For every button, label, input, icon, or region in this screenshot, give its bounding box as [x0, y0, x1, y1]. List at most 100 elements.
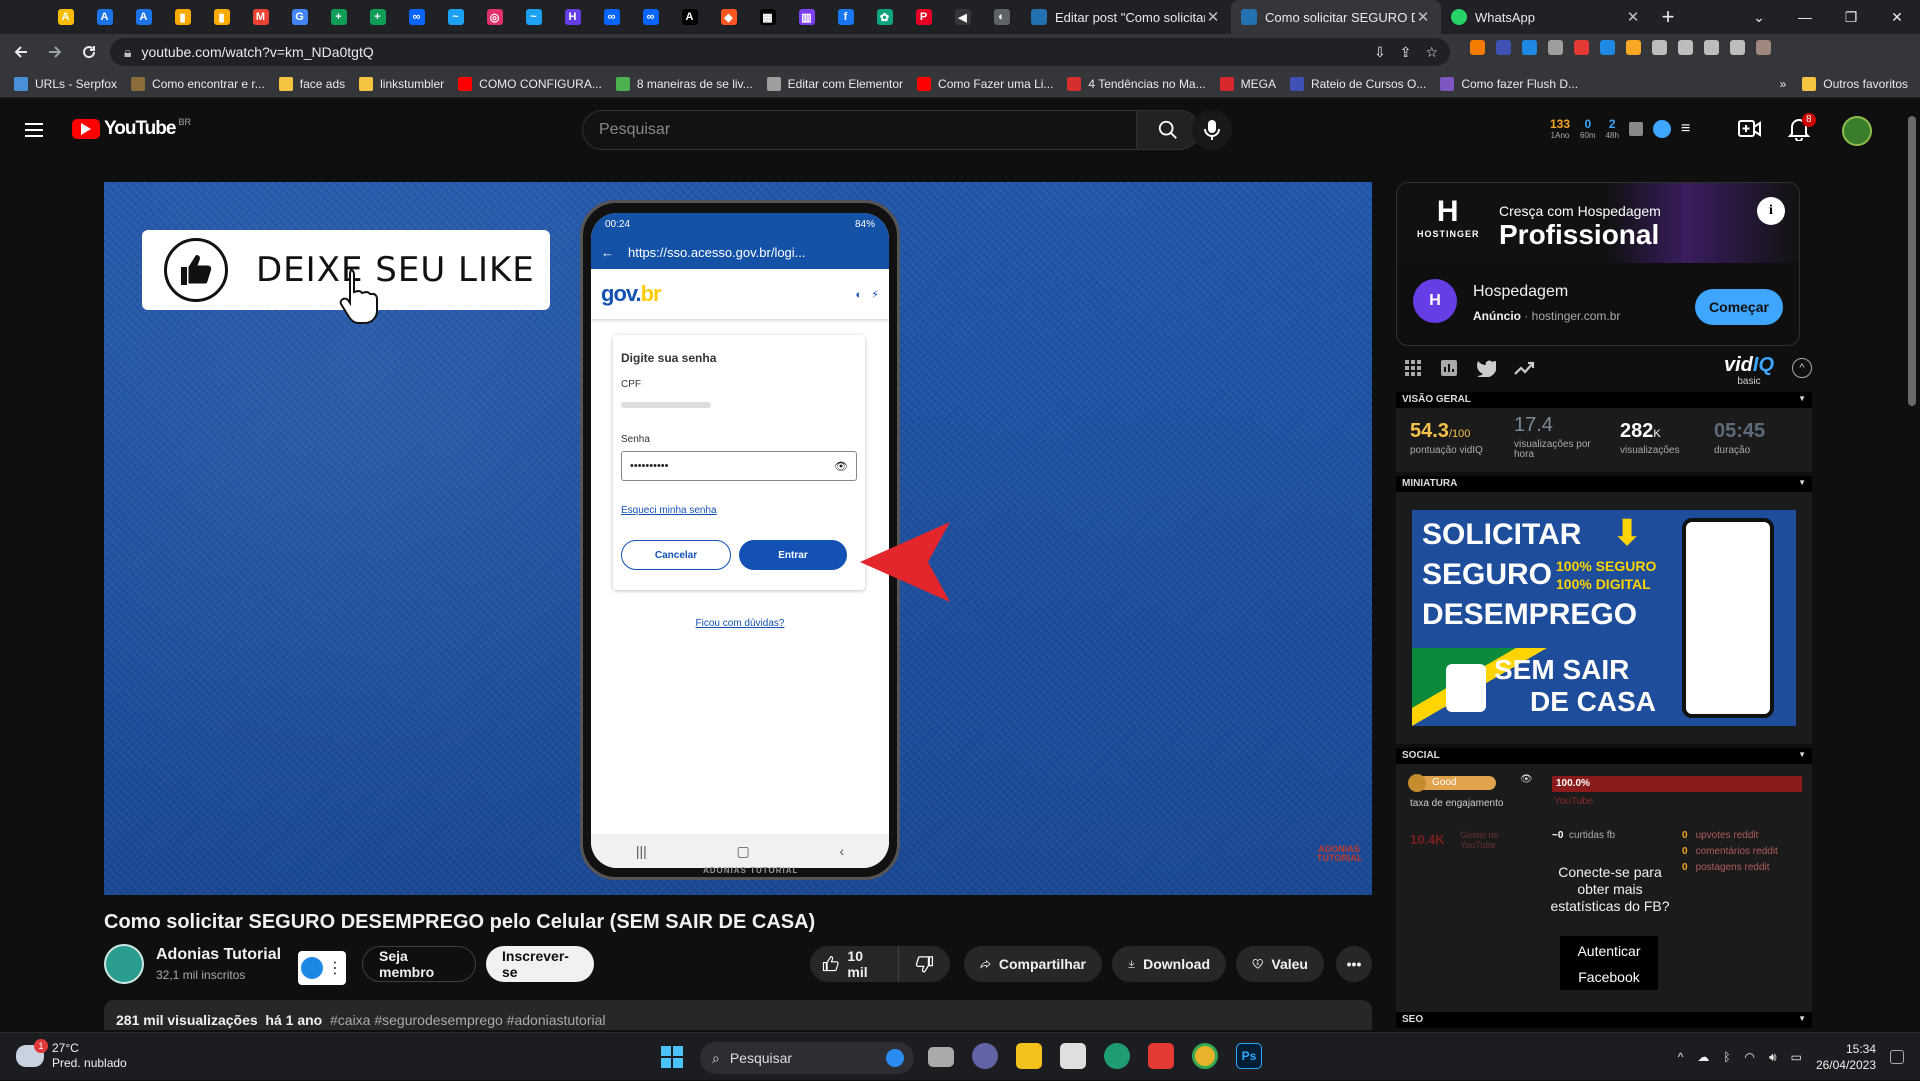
- pinned-tab[interactable]: ▥: [787, 0, 826, 34]
- scrollbar-thumb[interactable]: [1908, 116, 1916, 406]
- notification-icon[interactable]: [1890, 1050, 1904, 1064]
- section-thumbnail-header[interactable]: MINIATURA ▼: [1396, 476, 1812, 492]
- video-thumbnail[interactable]: SOLICITAR ⬇ SEGURO 100% SEGURO 100% DIGI…: [1412, 510, 1796, 726]
- extension-icon[interactable]: [1470, 40, 1485, 55]
- tab-search-icon[interactable]: ⌄: [1736, 0, 1782, 34]
- task-view-icon[interactable]: [928, 1047, 954, 1067]
- bookmark-item[interactable]: URLs - Serpfox: [14, 76, 117, 91]
- close-icon[interactable]: ✕: [1625, 8, 1641, 26]
- pinned-tab[interactable]: H: [553, 0, 592, 34]
- voice-search-button[interactable]: [1192, 110, 1232, 150]
- chart-icon[interactable]: [1628, 122, 1643, 136]
- search-button[interactable]: [1136, 110, 1200, 150]
- weather-widget[interactable]: 1 27°C Pred. nublado: [16, 1039, 127, 1071]
- install-icon[interactable]: ⇩: [1374, 44, 1386, 61]
- tab-whatsapp[interactable]: WhatsApp ✕: [1441, 0, 1651, 34]
- battery-icon[interactable]: ▭: [1791, 1050, 1802, 1064]
- bar-chart-icon[interactable]: [1440, 359, 1458, 382]
- pinned-tab[interactable]: ◆: [709, 0, 748, 34]
- like-button[interactable]: 10 mil: [810, 946, 898, 982]
- minimize-button[interactable]: —: [1782, 0, 1828, 34]
- extension-icon[interactable]: [1652, 40, 1667, 55]
- photoshop-icon[interactable]: Ps: [1236, 1043, 1262, 1069]
- bookmark-item[interactable]: Como Fazer uma Li...: [917, 76, 1053, 91]
- pinned-tab[interactable]: ~: [436, 0, 475, 34]
- chevron-up-icon[interactable]: ^: [1678, 1050, 1684, 1064]
- lock-icon[interactable]: 🔒︎: [124, 44, 131, 61]
- file-explorer-icon[interactable]: [1016, 1043, 1042, 1069]
- chrome-icon[interactable]: [1192, 1043, 1218, 1069]
- share-icon[interactable]: ⇪: [1400, 44, 1412, 61]
- youtube-logo[interactable]: YouTube BR: [72, 117, 191, 140]
- bookmarks-overflow-button[interactable]: »: [1780, 77, 1787, 91]
- close-icon[interactable]: ✕: [1415, 8, 1431, 26]
- taskbar-search[interactable]: ⌕ Pesquisar: [700, 1042, 914, 1074]
- close-window-button[interactable]: ✕: [1874, 0, 1920, 34]
- close-icon[interactable]: ✕: [1205, 8, 1221, 26]
- subscribe-button[interactable]: Inscrever-se: [486, 946, 594, 982]
- forward-button[interactable]: [40, 37, 70, 67]
- tab-youtube-video[interactable]: Como solicitar SEGURO DE ✕: [1231, 0, 1441, 34]
- description-box[interactable]: 281 mil visualizações há 1 ano #caixa #s…: [104, 1000, 1372, 1030]
- pinned-tab[interactable]: ▦: [748, 0, 787, 34]
- create-video-icon[interactable]: [1738, 118, 1762, 145]
- wifi-icon[interactable]: ◠: [1745, 1050, 1755, 1064]
- pinned-tab[interactable]: G: [280, 0, 319, 34]
- collapse-icon[interactable]: ^: [1792, 358, 1812, 378]
- extension-icon[interactable]: [1626, 40, 1641, 55]
- tab-edit-post[interactable]: Editar post "Como solicitar ✕: [1021, 0, 1231, 34]
- extension-icon[interactable]: [1496, 40, 1511, 55]
- video-player[interactable]: DEIXE SEU LIKE 00:24 84% ← https://sso.a…: [104, 182, 1372, 895]
- notifications-bell-icon[interactable]: 8: [1787, 113, 1816, 146]
- user-avatar[interactable]: [1842, 116, 1872, 146]
- section-overview-header[interactable]: VISÃO GERAL ▼: [1396, 392, 1812, 408]
- facebook-auth-button[interactable]: Autenticar Facebook: [1560, 936, 1658, 990]
- vidiq-channel-button[interactable]: ⋮: [298, 951, 346, 985]
- address-bar[interactable]: 🔒︎ youtube.com/watch?v=km_NDa0tgtQ ⇩ ⇪ ☆: [110, 38, 1450, 66]
- bookmark-item[interactable]: face ads: [278, 76, 345, 91]
- channel-watermark[interactable]: ADONIAS TUTORIAL: [1317, 845, 1362, 863]
- pinned-tab[interactable]: ▮: [163, 0, 202, 34]
- ad-cta-button[interactable]: Começar: [1695, 289, 1783, 325]
- search-input[interactable]: Pesquisar: [582, 110, 1184, 150]
- pinned-tab[interactable]: P: [904, 0, 943, 34]
- other-bookmarks-folder[interactable]: Outros favoritos: [1802, 77, 1908, 91]
- extension-icon[interactable]: [1600, 40, 1615, 55]
- channel-name[interactable]: Adonias Tutorial: [156, 946, 281, 964]
- vidiq-eye-icon[interactable]: [1652, 120, 1671, 138]
- pinned-tab[interactable]: ◀: [943, 0, 982, 34]
- info-icon[interactable]: i: [1757, 197, 1785, 225]
- sponsored-ad-card[interactable]: H HOSTINGER Cresça com Hospedagem Profis…: [1396, 182, 1800, 346]
- extension-icon[interactable]: [1548, 40, 1563, 55]
- download-button[interactable]: Download: [1112, 946, 1226, 982]
- volume-icon[interactable]: 🔊︎: [1769, 1050, 1777, 1065]
- maximize-button[interactable]: ❐: [1828, 0, 1874, 34]
- bookmark-item[interactable]: Como fazer Flush D...: [1440, 76, 1578, 91]
- bookmark-item[interactable]: Rateio de Cursos O...: [1289, 76, 1426, 91]
- bookmark-item[interactable]: Editar com Elementor: [766, 76, 903, 91]
- bookmark-item[interactable]: 8 maneiras de se liv...: [615, 76, 753, 91]
- more-actions-button[interactable]: •••: [1336, 946, 1372, 982]
- pinned-tab[interactable]: M: [241, 0, 280, 34]
- pinned-tab[interactable]: A: [85, 0, 124, 34]
- section-social-header[interactable]: SOCIAL ▼: [1396, 748, 1812, 764]
- join-button[interactable]: Seja membro: [362, 946, 476, 982]
- teams-chat-icon[interactable]: [972, 1043, 998, 1069]
- hashtags[interactable]: #caixa #segurodesemprego #adoniastutoria…: [330, 1012, 606, 1028]
- share-button[interactable]: Compartilhar: [964, 946, 1102, 982]
- hamburger-menu-icon[interactable]: [22, 118, 50, 142]
- eye-icon[interactable]: 👁︎: [1520, 774, 1533, 785]
- clock[interactable]: 15:34 26/04/2023: [1816, 1041, 1876, 1073]
- bookmark-item[interactable]: 4 Tendências no Ma...: [1067, 76, 1206, 91]
- bookmark-item[interactable]: linkstumbler: [359, 76, 444, 91]
- pinned-tab[interactable]: A: [124, 0, 163, 34]
- extension-icon[interactable]: [1522, 40, 1537, 55]
- new-tab-button[interactable]: +: [1651, 0, 1685, 34]
- edge-icon[interactable]: [1104, 1043, 1130, 1069]
- grid-icon[interactable]: [1404, 359, 1422, 382]
- bookmark-star-icon[interactable]: ☆: [1425, 44, 1438, 61]
- ad-banner[interactable]: H HOSTINGER Cresça com Hospedagem Profis…: [1397, 183, 1799, 263]
- pinned-tab[interactable]: +: [319, 0, 358, 34]
- reload-button[interactable]: [74, 37, 104, 67]
- page-scrollbar[interactable]: [1904, 98, 1920, 1032]
